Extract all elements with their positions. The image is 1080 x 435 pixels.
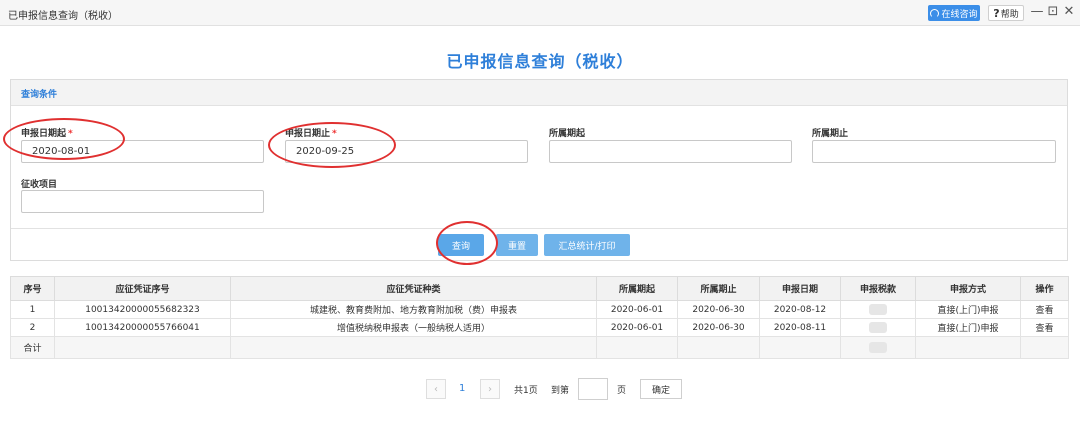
voucher-no: 10013420000055682323 [54, 300, 231, 319]
table-header-row: 序号 应征凭证序号 应征凭证种类 所属期起 所属期止 申报日期 申报税款 申报方… [10, 276, 1069, 301]
date-start-label: 申报日期起 * [21, 126, 73, 139]
total-amount-redacted [840, 336, 916, 359]
date-start-label-text: 申报日期起 [21, 129, 67, 139]
tax-amount-redacted [840, 300, 916, 319]
column-header: 申报方式 [915, 276, 1021, 301]
empty-cell [1020, 336, 1069, 359]
redaction-block [869, 342, 887, 353]
period-start-label: 所属期起 [549, 129, 586, 139]
empty-cell [915, 336, 1021, 359]
levy-item-input[interactable] [21, 190, 264, 213]
period-start: 2020-06-01 [596, 318, 678, 337]
date-start-input[interactable]: 2020-08-01 [21, 140, 264, 163]
online-consult-button[interactable]: 在线咨询 [928, 5, 980, 21]
period-start: 2020-06-01 [596, 300, 678, 319]
required-mark: * [332, 129, 337, 139]
period-end: 2020-06-30 [677, 318, 760, 337]
column-header: 应征凭证序号 [54, 276, 231, 301]
declare-method: 直接(上门)申报 [915, 318, 1021, 337]
window-titlebar: 已申报信息查询（税收） 在线咨询 ? 帮助 — ⊡ ✕ [0, 0, 1080, 26]
date-end-label-text: 申报日期止 [285, 129, 331, 139]
column-header: 序号 [10, 276, 55, 301]
empty-cell [230, 336, 597, 359]
reset-button[interactable]: 重置 [496, 234, 538, 256]
date-end-input[interactable]: 2020-09-25 [285, 140, 528, 163]
table-row: 2 10013420000055766041 增值税纳税申报表（一般纳税人适用）… [10, 318, 1069, 337]
summary-print-button[interactable]: 汇总统计/打印 [544, 234, 630, 256]
declare-method: 直接(上门)申报 [915, 300, 1021, 319]
goto-confirm-button[interactable]: 确定 [640, 379, 682, 399]
tax-amount-redacted [840, 318, 916, 337]
redaction-block [869, 322, 887, 333]
prev-page-button[interactable]: ‹ [426, 379, 446, 399]
period-end-label: 所属期止 [812, 129, 849, 139]
current-page[interactable]: 1 [459, 383, 465, 394]
row-no: 2 [10, 318, 55, 337]
date-end-label: 申报日期止 * [285, 126, 337, 139]
voucher-no: 10013420000055766041 [54, 318, 231, 337]
window-title: 已申报信息查询（税收） [8, 11, 118, 22]
query-actions: 查询 重置 汇总统计/打印 [11, 228, 1067, 261]
period-start-input[interactable] [549, 140, 792, 163]
column-header: 所属期止 [677, 276, 760, 301]
restore-icon[interactable]: ⊡ [1046, 4, 1060, 19]
declare-date: 2020-08-12 [759, 300, 841, 319]
declare-date: 2020-08-11 [759, 318, 841, 337]
page-unit-label: 页 [617, 386, 627, 396]
headset-icon [930, 8, 940, 18]
period-end: 2020-06-30 [677, 300, 760, 319]
column-header: 操作 [1020, 276, 1069, 301]
help-button[interactable]: ? 帮助 [988, 5, 1024, 21]
levy-item-label: 征收项目 [21, 180, 58, 190]
goto-label: 到第 [551, 386, 570, 396]
pagination: ‹ 1 › 共1页 到第 页 确定 [0, 377, 1080, 401]
empty-cell [677, 336, 760, 359]
query-button[interactable]: 查询 [438, 234, 484, 256]
view-link[interactable]: 查看 [1020, 318, 1069, 337]
redaction-block [869, 304, 887, 315]
required-mark: * [68, 129, 73, 139]
total-pages: 共1页 [514, 386, 538, 396]
view-link[interactable]: 查看 [1020, 300, 1069, 319]
help-label: 帮助 [1000, 9, 1019, 20]
total-label: 合计 [10, 336, 55, 359]
page-title: 已申报信息查询（税收） [446, 52, 634, 71]
help-icon: ? [993, 6, 1000, 20]
total-row: 合计 [10, 336, 1069, 359]
empty-cell [596, 336, 678, 359]
column-header: 应征凭证种类 [230, 276, 597, 301]
empty-cell [759, 336, 841, 359]
query-panel: 查询条件 申报日期起 * 2020-08-01 申报日期止 * 2020-09-25… [10, 79, 1068, 261]
close-icon[interactable]: ✕ [1062, 4, 1076, 19]
period-end-input[interactable] [812, 140, 1056, 163]
online-consult-label: 在线咨询 [941, 9, 978, 20]
next-page-button[interactable]: › [480, 379, 500, 399]
column-header: 申报日期 [759, 276, 841, 301]
voucher-type: 增值税纳税申报表（一般纳税人适用） [230, 318, 597, 337]
table-row: 1 10013420000055682323 城建税、教育费附加、地方教育附加税… [10, 300, 1069, 319]
voucher-type: 城建税、教育费附加、地方教育附加税（费）申报表 [230, 300, 597, 319]
column-header: 申报税款 [840, 276, 916, 301]
query-section-label: 查询条件 [11, 80, 1067, 106]
column-header: 所属期起 [596, 276, 678, 301]
minimize-icon[interactable]: — [1030, 4, 1044, 19]
empty-cell [54, 336, 231, 359]
goto-page-input[interactable] [578, 378, 608, 400]
row-no: 1 [10, 300, 55, 319]
results-table: 序号 应征凭证序号 应征凭证种类 所属期起 所属期止 申报日期 申报税款 申报方… [10, 276, 1069, 359]
